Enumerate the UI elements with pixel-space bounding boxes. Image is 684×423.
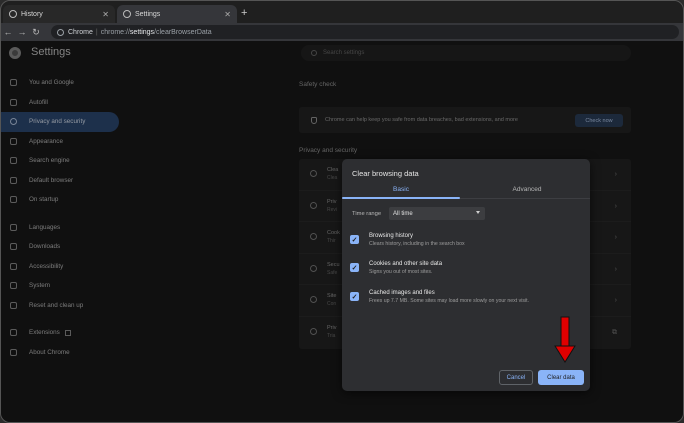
time-range-label: Time range bbox=[352, 211, 382, 217]
chevron-down-icon bbox=[476, 211, 480, 214]
browser-window: History ✕ Settings ✕ + ← → ↻ Chrome | ch… bbox=[0, 0, 684, 423]
option-subtitle: Clears history, including in the search … bbox=[369, 241, 465, 247]
dialog-tabs: Basic Advanced bbox=[342, 183, 590, 199]
tab-label: Settings bbox=[135, 10, 161, 18]
checkbox-checked[interactable]: ✓ bbox=[350, 263, 359, 272]
tab-basic[interactable]: Basic bbox=[342, 186, 460, 193]
checkbox-checked[interactable]: ✓ bbox=[350, 235, 359, 244]
option-subtitle: Signs you out of most sites. bbox=[369, 269, 433, 275]
red-arrow-annotation bbox=[554, 316, 576, 363]
history-icon bbox=[9, 10, 17, 18]
dialog-title: Clear browsing data bbox=[352, 169, 419, 178]
toolbar: ← → ↻ Chrome | chrome:// settings /clear… bbox=[1, 23, 683, 41]
tab-strip: History ✕ Settings ✕ + bbox=[1, 1, 683, 23]
time-range-value: All time bbox=[393, 210, 413, 217]
option-title: Cached images and files bbox=[369, 290, 435, 296]
option-subtitle: Frees up 7.7 MB. Some sites may load mor… bbox=[369, 298, 530, 304]
forward-icon[interactable]: → bbox=[15, 27, 29, 37]
gear-icon bbox=[123, 10, 131, 18]
new-tab-button[interactable]: + bbox=[241, 7, 247, 19]
chrome-icon bbox=[57, 28, 64, 36]
address-prefix: chrome:// bbox=[100, 28, 130, 36]
tab-settings[interactable]: Settings ✕ bbox=[117, 5, 237, 23]
active-tab-indicator bbox=[342, 197, 460, 199]
option-title: Cookies and other site data bbox=[369, 261, 443, 267]
cancel-button[interactable]: Cancel bbox=[499, 370, 533, 385]
address-suffix: /clearBrowserData bbox=[154, 28, 212, 36]
tab-history[interactable]: History ✕ bbox=[3, 5, 115, 23]
checkbox-checked[interactable]: ✓ bbox=[350, 292, 359, 301]
time-range-select[interactable]: All time bbox=[389, 207, 485, 220]
address-bar[interactable]: Chrome | chrome:// settings /clearBrowse… bbox=[51, 25, 679, 39]
address-path: settings bbox=[129, 28, 155, 36]
address-host: Chrome bbox=[68, 28, 93, 36]
reload-icon[interactable]: ↻ bbox=[29, 27, 43, 38]
tab-label: History bbox=[21, 10, 43, 18]
back-icon[interactable]: ← bbox=[1, 27, 15, 37]
close-icon[interactable]: ✕ bbox=[102, 10, 109, 19]
close-icon[interactable]: ✕ bbox=[224, 10, 231, 19]
clear-data-button[interactable]: Clear data bbox=[538, 370, 584, 385]
address-separator: | bbox=[95, 28, 98, 36]
option-title: Browsing history bbox=[369, 233, 414, 239]
tab-advanced[interactable]: Advanced bbox=[464, 186, 590, 193]
